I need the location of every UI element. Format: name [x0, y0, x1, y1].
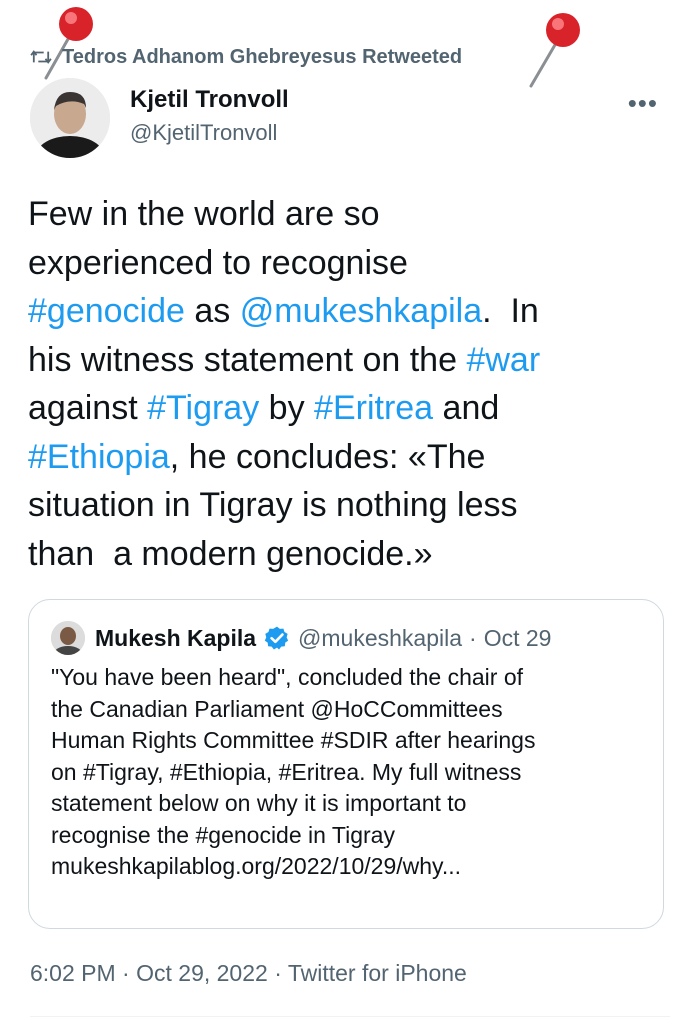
- tweet-text-segment: , he concludes: «The: [169, 437, 486, 476]
- tweet-text-line: than a modern genocide.»: [28, 530, 668, 579]
- tweet-text-line: #Ethiopia, he concludes: «The: [28, 433, 668, 482]
- tweet-text-line: experienced to recognise: [28, 239, 668, 288]
- quoted-text-line: "You have been heard", concluded the cha…: [51, 664, 523, 690]
- tweet-text-segment: his witness statement on the: [28, 340, 467, 379]
- tweet-text-line: Few in the world are so: [28, 190, 668, 239]
- quoted-author-name[interactable]: Mukesh Kapila: [95, 625, 256, 652]
- verified-badge-icon: [264, 626, 289, 650]
- tweet-time[interactable]: 6:02 PM: [30, 960, 116, 986]
- quoted-avatar[interactable]: [51, 621, 85, 655]
- avatar[interactable]: [30, 78, 110, 158]
- tweet-text-segment: and: [433, 389, 500, 427]
- hashtag-link[interactable]: #war: [466, 341, 540, 379]
- author-name[interactable]: Kjetil Tronvoll: [130, 86, 289, 114]
- separator-dot: ·: [122, 960, 130, 986]
- quoted-author-handle[interactable]: @mukeshkapila: [298, 625, 462, 652]
- tweet-text-segment: than a modern genocide.»: [28, 534, 433, 573]
- author-handle[interactable]: @KjetilTronvoll: [130, 120, 277, 146]
- divider: [30, 1016, 670, 1017]
- separator-dot: ·: [469, 624, 477, 651]
- tweet-text-line: his witness statement on the #war: [28, 336, 668, 385]
- tweet-text-segment: . In: [482, 292, 539, 330]
- quoted-tweet[interactable]: Mukesh Kapila @mukeshkapila · Oct 29 "Yo…: [28, 599, 664, 929]
- quoted-text-line: the Canadian Parliament @HoCCommittees: [51, 695, 503, 722]
- quoted-text-line: on #Tigray, #Ethiopia, #Eritrea. My full…: [51, 758, 522, 785]
- tweet-meta: 6:02 PM · Oct 29, 2022 · Twitter for iPh…: [30, 960, 467, 987]
- hashtag-link[interactable]: #Tigray: [147, 389, 259, 427]
- tweet-text: Few in the world are so experienced to re…: [28, 190, 668, 578]
- quoted-text-line: Human Rights Committee #SDIR after heari…: [51, 727, 536, 753]
- tweet-text-line: against #Tigray by #Eritrea and: [28, 384, 668, 433]
- more-options-icon[interactable]: •••: [628, 88, 658, 119]
- quoted-text-line: recognise the #genocide in Tigray: [51, 821, 395, 848]
- tweet-source[interactable]: Twitter for iPhone: [288, 960, 467, 986]
- tweet-text-segment: as: [184, 292, 240, 330]
- retweet-indicator[interactable]: Tedros Adhanom Ghebreyesus Retweeted: [30, 42, 462, 72]
- tweet-text-segment: Few in the world are so: [28, 195, 380, 233]
- quoted-text-line: statement below on why it is important t…: [51, 790, 467, 816]
- quoted-link-line[interactable]: mukeshkapilablog.org/2022/10/29/why...: [51, 851, 651, 883]
- tweet-text-segment: situation in Tigray is nothing less: [28, 486, 518, 524]
- hashtag-link[interactable]: #Eritrea: [314, 389, 433, 427]
- hashtag-link[interactable]: #genocide: [28, 292, 185, 330]
- tweet-text-line: situation in Tigray is nothing less: [28, 481, 668, 530]
- tweet-text-segment: experienced to recognise: [28, 243, 408, 282]
- tweet-text-segment: by: [259, 389, 315, 427]
- tweet-text-segment: against: [28, 389, 148, 427]
- retweet-label: Tedros Adhanom Ghebreyesus Retweeted: [62, 45, 463, 68]
- mention-link[interactable]: @mukeshkapila: [240, 292, 482, 330]
- quoted-date[interactable]: Oct 29: [484, 625, 552, 652]
- quoted-tweet-text: "You have been heard", concluded the cha…: [51, 662, 651, 883]
- tweet-date[interactable]: Oct 29, 2022: [136, 960, 268, 986]
- retweet-icon: [30, 50, 52, 64]
- hashtag-link[interactable]: #Ethiopia: [28, 438, 170, 476]
- quoted-tweet-header: Mukesh Kapila @mukeshkapila · Oct 29: [51, 620, 551, 656]
- separator-dot: ·: [274, 960, 282, 986]
- tweet-author: Kjetil Tronvoll @KjetilTronvoll •••: [30, 78, 670, 168]
- tweet-text-line: #genocide as @mukeshkapila. In: [28, 287, 668, 336]
